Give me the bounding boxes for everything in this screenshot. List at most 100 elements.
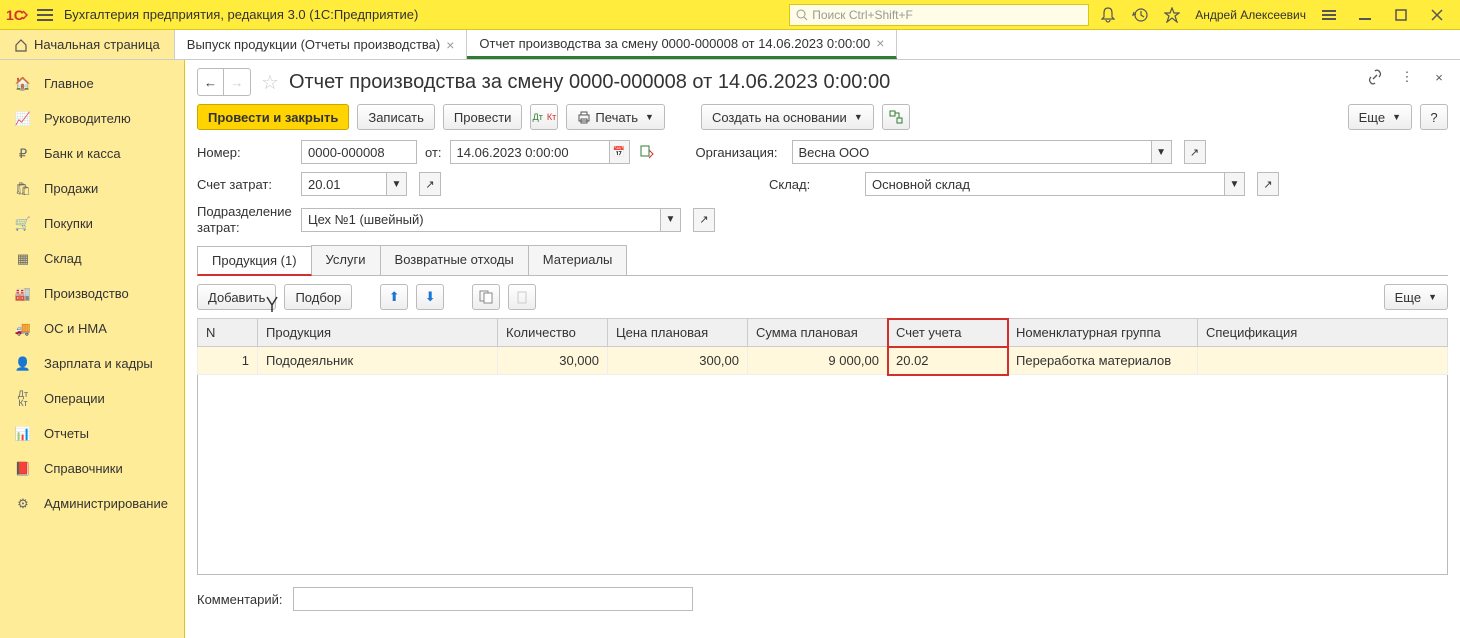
move-down-button[interactable]: ⬇ bbox=[416, 284, 444, 310]
sidebar-item-sales[interactable]: 🛍Продажи bbox=[0, 171, 184, 206]
dept-label: Подразделение затрат: bbox=[197, 204, 293, 235]
open-dept-button[interactable]: ↗ bbox=[693, 208, 715, 232]
close-icon[interactable]: × bbox=[1430, 68, 1448, 86]
forward-button[interactable]: → bbox=[224, 69, 250, 95]
number-label: Номер: bbox=[197, 145, 293, 160]
sidebar-item-reports[interactable]: 📊Отчеты bbox=[0, 416, 184, 451]
tab-close-icon[interactable]: × bbox=[876, 35, 884, 51]
warehouse-input[interactable]: Основной склад ▼ bbox=[865, 172, 1245, 196]
sidebar-item-bank[interactable]: ₽Банк и касса bbox=[0, 136, 184, 171]
paste-button[interactable] bbox=[508, 284, 536, 310]
from-label: от: bbox=[425, 145, 442, 160]
sidebar-item-assets[interactable]: 🚚ОС и НМА bbox=[0, 311, 184, 346]
tab-close-icon[interactable]: × bbox=[446, 37, 454, 53]
col-spec[interactable]: Спецификация bbox=[1198, 319, 1448, 347]
save-button[interactable]: Записать bbox=[357, 104, 435, 130]
table-more-button[interactable]: Еще▼ bbox=[1384, 284, 1448, 310]
maximize-icon[interactable] bbox=[1392, 6, 1410, 24]
dropdown-icon[interactable]: ▼ bbox=[1225, 172, 1245, 196]
doc-mode-icon[interactable] bbox=[638, 143, 656, 161]
more-menu-icon[interactable]: ⋮ bbox=[1398, 68, 1416, 86]
tab-strip: Начальная страница Выпуск продукции (Отч… bbox=[0, 30, 1460, 60]
sidebar-item-purchases[interactable]: 🛒Покупки bbox=[0, 206, 184, 241]
sidebar: 🏠Главное 📈Руководителю ₽Банк и касса 🛍Пр… bbox=[0, 60, 185, 638]
user-menu-icon[interactable] bbox=[1320, 6, 1338, 24]
col-price[interactable]: Цена плановая bbox=[608, 319, 748, 347]
post-and-close-button[interactable]: Провести и закрыть bbox=[197, 104, 349, 130]
gear-icon: ⚙ bbox=[14, 496, 32, 512]
pick-button[interactable]: Подбор bbox=[284, 284, 352, 310]
sidebar-item-manager[interactable]: 📈Руководителю bbox=[0, 101, 184, 136]
tab-services[interactable]: Услуги bbox=[311, 245, 381, 275]
sidebar-item-admin[interactable]: ⚙Администрирование bbox=[0, 486, 184, 521]
more-button[interactable]: Еще▼ bbox=[1348, 104, 1412, 130]
link-icon[interactable] bbox=[1366, 68, 1384, 86]
date-input[interactable]: 14.06.2023 0:00:00 📅 bbox=[450, 140, 630, 164]
org-label: Организация: bbox=[696, 145, 784, 160]
tab-shift-report[interactable]: Отчет производства за смену 0000-000008 … bbox=[467, 30, 897, 59]
bell-icon[interactable] bbox=[1099, 6, 1117, 24]
history-icon[interactable] bbox=[1131, 6, 1149, 24]
move-up-button[interactable]: ⬆ bbox=[380, 284, 408, 310]
col-qty[interactable]: Количество bbox=[498, 319, 608, 347]
sidebar-item-catalogs[interactable]: 📕Справочники bbox=[0, 451, 184, 486]
cart-icon: 🛒 bbox=[14, 216, 32, 232]
sidebar-item-warehouse[interactable]: ▦Склад bbox=[0, 241, 184, 276]
favorite-icon[interactable]: ☆ bbox=[261, 70, 279, 95]
col-nomgroup[interactable]: Номенклатурная группа bbox=[1008, 319, 1198, 347]
minimize-icon[interactable] bbox=[1356, 6, 1374, 24]
col-n[interactable]: N bbox=[198, 319, 258, 347]
col-product[interactable]: Продукция bbox=[258, 319, 498, 347]
sidebar-item-main[interactable]: 🏠Главное bbox=[0, 66, 184, 101]
dropdown-icon[interactable]: ▼ bbox=[387, 172, 407, 196]
copy-button[interactable] bbox=[472, 284, 500, 310]
nav-buttons: ← → bbox=[197, 68, 251, 96]
dropdown-icon[interactable]: ▼ bbox=[1152, 140, 1172, 164]
calendar-icon[interactable]: 📅 bbox=[610, 140, 630, 164]
open-acc-button[interactable]: ↗ bbox=[419, 172, 441, 196]
number-input[interactable]: 0000-000008 bbox=[301, 140, 417, 164]
book-icon: 📕 bbox=[14, 461, 32, 477]
col-account[interactable]: Счет учета bbox=[888, 319, 1008, 347]
star-icon[interactable] bbox=[1163, 6, 1181, 24]
tab-materials[interactable]: Материалы bbox=[528, 245, 628, 275]
menu-icon[interactable] bbox=[36, 6, 54, 24]
app-title: Бухгалтерия предприятия, редакция 3.0 (1… bbox=[64, 7, 418, 22]
sidebar-item-operations[interactable]: ДтКтОперации bbox=[0, 381, 184, 416]
tab-production-output[interactable]: Выпуск продукции (Отчеты производства) × bbox=[175, 30, 468, 59]
home-tab[interactable]: Начальная страница bbox=[0, 30, 175, 59]
comment-input[interactable] bbox=[293, 587, 693, 611]
home-tab-label: Начальная страница bbox=[34, 37, 160, 52]
truck-icon: 🚚 bbox=[14, 321, 32, 337]
search-input[interactable]: Поиск Ctrl+Shift+F bbox=[789, 4, 1089, 26]
cost-acc-label: Счет затрат: bbox=[197, 177, 293, 192]
open-org-button[interactable]: ↗ bbox=[1184, 140, 1206, 164]
dept-input[interactable]: Цех №1 (швейный) ▼ bbox=[301, 208, 681, 232]
back-button[interactable]: ← bbox=[198, 69, 224, 95]
col-sum[interactable]: Сумма плановая bbox=[748, 319, 888, 347]
document-title: Отчет производства за смену 0000-000008 … bbox=[289, 71, 890, 94]
user-name[interactable]: Андрей Алексеевич bbox=[1195, 8, 1306, 22]
print-button[interactable]: Печать▼ bbox=[566, 104, 665, 130]
table-row[interactable]: 1 Пододеяльник 30,000 300,00 9 000,00 20… bbox=[198, 347, 1448, 375]
cost-acc-input[interactable]: 20.01 ▼ bbox=[301, 172, 407, 196]
close-window-icon[interactable] bbox=[1428, 6, 1446, 24]
dtkt-icon: ДтКт bbox=[14, 390, 32, 408]
post-button[interactable]: Провести bbox=[443, 104, 523, 130]
tab-returns[interactable]: Возвратные отходы bbox=[380, 245, 529, 275]
table-empty-area[interactable] bbox=[197, 375, 1448, 575]
app-logo: 1С bbox=[6, 7, 28, 23]
sidebar-item-hr[interactable]: 👤Зарплата и кадры bbox=[0, 346, 184, 381]
dropdown-icon[interactable]: ▼ bbox=[661, 208, 681, 232]
structure-button[interactable] bbox=[882, 104, 910, 130]
sidebar-item-production[interactable]: 🏭Производство bbox=[0, 276, 184, 311]
home-icon: 🏠 bbox=[14, 76, 32, 92]
bag-icon: 🛍 bbox=[14, 181, 32, 197]
tab-products[interactable]: Продукция (1) bbox=[197, 246, 312, 276]
org-input[interactable]: Весна ООО ▼ bbox=[792, 140, 1172, 164]
create-based-button[interactable]: Создать на основании▼ bbox=[701, 104, 874, 130]
help-button[interactable]: ? bbox=[1420, 104, 1448, 130]
open-warehouse-button[interactable]: ↗ bbox=[1257, 172, 1279, 196]
add-row-button[interactable]: Добавить bbox=[197, 284, 276, 310]
dtkt-button[interactable]: ДтКт bbox=[530, 104, 558, 130]
